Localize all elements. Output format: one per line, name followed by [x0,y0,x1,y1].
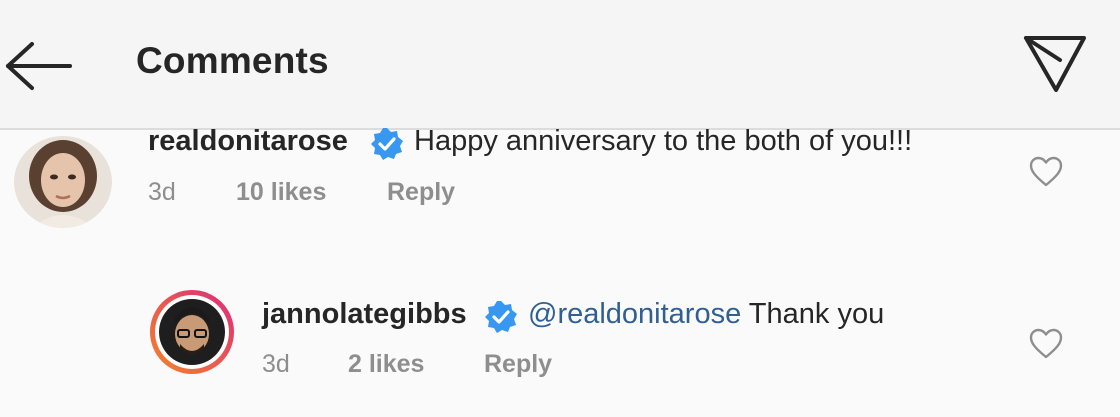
direct-send-icon [1024,36,1086,92]
reply-comment-item: jannolategibbs @realdonitarose Thank you… [0,286,1120,396]
comment-likes[interactable]: 2 likes [348,350,424,379]
back-button[interactable] [2,40,74,92]
direct-send-button[interactable] [1018,30,1090,96]
heart-icon[interactable] [1029,156,1063,188]
reply-button[interactable]: Reply [387,178,455,207]
comment-text: Happy anniversary to the both of you!!! [414,125,913,157]
comment-likes[interactable]: 10 likes [236,178,326,207]
mention-link[interactable]: @realdonitarose [528,298,741,330]
back-arrow-icon [6,42,72,90]
profile-photo [150,290,234,374]
comment-username[interactable]: realdonitarose [148,125,348,158]
comment-body: Thank you [748,298,885,330]
avatar[interactable] [148,288,236,376]
comment-text: @realdonitarose Thank you [528,298,884,331]
reply-button[interactable]: Reply [484,350,552,379]
comment-time: 3d [262,350,290,378]
page-title: Comments [136,40,329,81]
comment-item: realdonitarose Happy anniversary to the … [0,125,1120,240]
comment-username[interactable]: jannolategibbs [262,298,467,331]
avatar[interactable] [14,136,112,228]
comment-time: 3d [148,178,176,206]
verified-badge-icon [371,128,403,160]
heart-icon[interactable] [1029,328,1063,360]
comments-header: Comments [0,0,1120,130]
verified-badge-icon [485,301,517,333]
profile-photo [14,136,112,228]
